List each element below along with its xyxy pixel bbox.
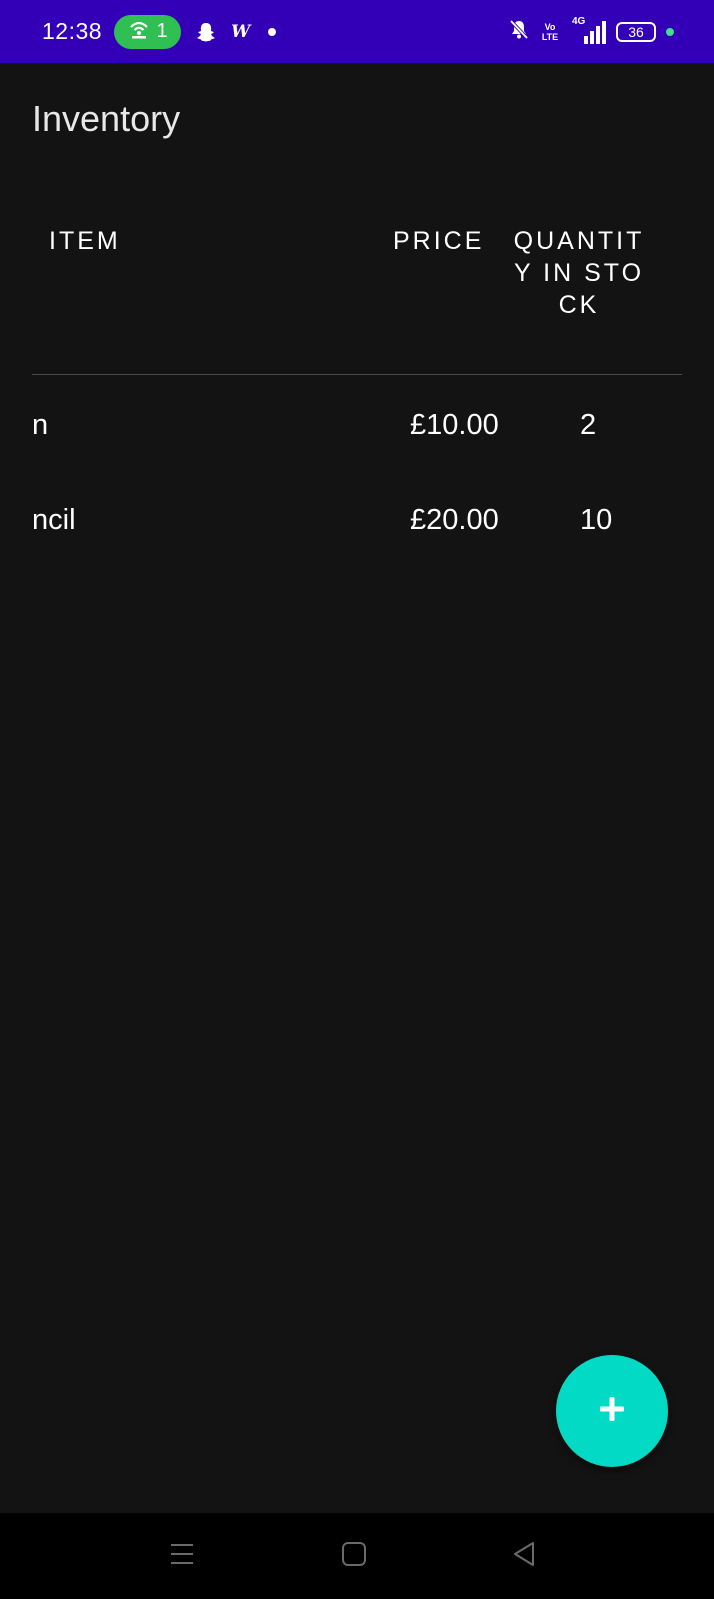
home-icon: [341, 1541, 367, 1572]
volte-top: Vo: [544, 21, 556, 32]
row-item-name: ncil: [32, 504, 76, 536]
menu-icon: [169, 1541, 195, 1572]
status-left: 12:38 1 W: [42, 0, 277, 63]
volte-bottom: LTE: [541, 31, 559, 42]
hotspot-icon: [128, 19, 150, 44]
privacy-indicator-dot-icon: [666, 27, 674, 36]
back-button[interactable]: [501, 1533, 547, 1579]
snapchat-icon: [195, 19, 221, 45]
network-type: 4G: [572, 15, 586, 27]
table-header: ITEM PRICE QUANTITY IN STOCK: [32, 225, 682, 350]
battery-icon: 36: [616, 21, 656, 42]
status-bar: 12:38 1 W Vo LTE 4G 36: [0, 0, 714, 63]
signal-bar-4: [602, 20, 606, 44]
row-quantity: 10: [580, 504, 613, 536]
page-title: Inventory: [32, 98, 181, 139]
signal-bar-1: [584, 35, 588, 44]
plus-icon: [597, 1394, 627, 1429]
signal-bar-3: [596, 25, 600, 44]
signal-bar-2: [590, 30, 594, 44]
volte-icon: Vo LTE: [540, 22, 560, 42]
hotspot-count: 1: [156, 20, 168, 42]
recent-apps-button[interactable]: [159, 1533, 205, 1579]
header-divider: [32, 374, 682, 375]
back-icon: [511, 1541, 537, 1572]
row-item-name: n: [32, 409, 49, 441]
column-header-quantity: QUANTITY IN STOCK: [513, 227, 645, 319]
mute-bell-icon: [508, 18, 530, 45]
battery-level: 36: [628, 23, 644, 40]
system-nav-bar: [0, 1513, 714, 1599]
column-header-price: PRICE: [393, 227, 485, 255]
row-price: £20.00: [410, 504, 499, 536]
notification-dot-icon: [268, 27, 277, 36]
home-button[interactable]: [331, 1533, 377, 1579]
add-item-button[interactable]: [556, 1355, 668, 1467]
table-row[interactable]: ncil £20.00 10: [32, 490, 682, 550]
status-right: Vo LTE 4G 36: [508, 0, 674, 63]
row-quantity: 2: [580, 409, 597, 441]
table-row[interactable]: n £10.00 2: [32, 395, 682, 455]
status-time: 12:38: [42, 18, 103, 44]
w-app-icon: W: [231, 21, 251, 42]
column-header-item: ITEM: [49, 227, 121, 255]
hotspot-indicator: 1: [114, 14, 182, 49]
signal-icon: 4G: [570, 16, 606, 44]
row-price: £10.00: [410, 409, 499, 441]
